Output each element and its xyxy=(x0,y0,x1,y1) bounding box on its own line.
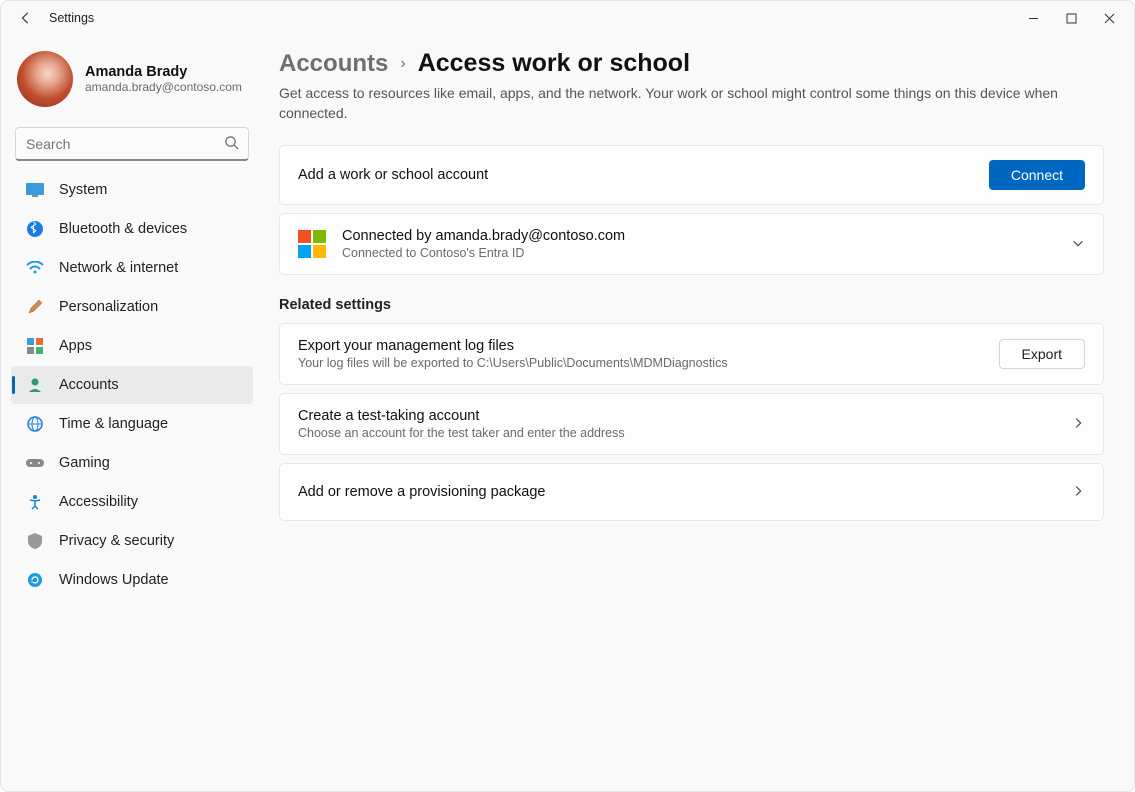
page-title: Access work or school xyxy=(418,49,690,78)
paintbrush-icon xyxy=(25,297,45,317)
bluetooth-icon xyxy=(25,219,45,239)
back-button[interactable] xyxy=(13,5,39,31)
sidebar-item-accounts[interactable]: Accounts xyxy=(11,366,253,404)
sidebar-item-label: Privacy & security xyxy=(59,533,174,549)
sidebar-item-gaming[interactable]: Gaming xyxy=(11,444,253,482)
sidebar-item-privacy[interactable]: Privacy & security xyxy=(11,522,253,560)
wifi-icon xyxy=(25,258,45,278)
page-subtitle: Get access to resources like email, apps… xyxy=(279,84,1059,123)
profile-name: Amanda Brady xyxy=(85,64,242,80)
apps-icon xyxy=(25,336,45,356)
profile-block[interactable]: Amanda Brady amanda.brady@contoso.com xyxy=(11,51,253,113)
window-title: Settings xyxy=(49,11,94,25)
chevron-right-icon xyxy=(1071,484,1085,501)
sidebar-item-time-language[interactable]: Time & language xyxy=(11,405,253,443)
sidebar-item-windows-update[interactable]: Windows Update xyxy=(11,561,253,599)
test-account-title: Create a test-taking account xyxy=(298,408,1071,424)
sidebar-item-label: Personalization xyxy=(59,299,158,315)
titlebar: Settings xyxy=(1,1,1134,35)
test-account-sub: Choose an account for the test taker and… xyxy=(298,426,1071,440)
nav-list: System Bluetooth & devices Network & int… xyxy=(11,171,253,599)
search-icon xyxy=(224,135,239,154)
connected-account-card[interactable]: Connected by amanda.brady@contoso.com Co… xyxy=(279,213,1104,275)
breadcrumb: Accounts › Access work or school xyxy=(279,49,1104,78)
sidebar-item-label: Network & internet xyxy=(59,260,178,276)
gamepad-icon xyxy=(25,453,45,473)
connect-button[interactable]: Connect xyxy=(989,160,1085,190)
update-icon xyxy=(25,570,45,590)
sidebar-item-label: Bluetooth & devices xyxy=(59,221,187,237)
chevron-down-icon xyxy=(1071,236,1085,253)
profile-email: amanda.brady@contoso.com xyxy=(85,80,242,94)
sidebar-item-label: Accounts xyxy=(59,377,119,393)
export-logs-card: Export your management log files Your lo… xyxy=(279,323,1104,385)
provisioning-card[interactable]: Add or remove a provisioning package xyxy=(279,463,1104,521)
sidebar-item-label: System xyxy=(59,182,107,198)
accounts-icon xyxy=(25,375,45,395)
export-logs-sub: Your log files will be exported to C:\Us… xyxy=(298,356,999,370)
minimize-button[interactable] xyxy=(1014,5,1052,31)
microsoft-logo-icon xyxy=(298,230,326,258)
close-button[interactable] xyxy=(1090,5,1128,31)
globe-icon xyxy=(25,414,45,434)
sidebar-item-label: Windows Update xyxy=(59,572,169,588)
chevron-right-icon: › xyxy=(400,55,405,73)
sidebar-item-system[interactable]: System xyxy=(11,171,253,209)
chevron-right-icon xyxy=(1071,416,1085,433)
sidebar-item-accessibility[interactable]: Accessibility xyxy=(11,483,253,521)
sidebar-item-bluetooth[interactable]: Bluetooth & devices xyxy=(11,210,253,248)
export-logs-title: Export your management log files xyxy=(298,338,999,354)
provisioning-title: Add or remove a provisioning package xyxy=(298,484,1071,500)
connected-sub: Connected to Contoso's Entra ID xyxy=(342,246,1071,260)
sidebar-item-label: Apps xyxy=(59,338,92,354)
sidebar-item-label: Accessibility xyxy=(59,494,138,510)
shield-icon xyxy=(25,531,45,551)
avatar xyxy=(17,51,73,107)
sidebar: Amanda Brady amanda.brady@contoso.com Sy… xyxy=(1,35,263,792)
sidebar-item-label: Time & language xyxy=(59,416,168,432)
add-account-card: Add a work or school account Connect xyxy=(279,145,1104,205)
sidebar-item-label: Gaming xyxy=(59,455,110,471)
sidebar-item-network[interactable]: Network & internet xyxy=(11,249,253,287)
search-input[interactable] xyxy=(15,127,249,161)
export-button[interactable]: Export xyxy=(999,339,1085,369)
maximize-button[interactable] xyxy=(1052,5,1090,31)
related-settings-heading: Related settings xyxy=(279,297,1104,313)
system-icon xyxy=(25,180,45,200)
connected-title: Connected by amanda.brady@contoso.com xyxy=(342,228,1071,244)
accessibility-icon xyxy=(25,492,45,512)
sidebar-item-apps[interactable]: Apps xyxy=(11,327,253,365)
breadcrumb-parent[interactable]: Accounts xyxy=(279,50,388,78)
add-account-title: Add a work or school account xyxy=(298,167,989,183)
sidebar-item-personalization[interactable]: Personalization xyxy=(11,288,253,326)
search-box[interactable] xyxy=(15,127,249,161)
test-account-card[interactable]: Create a test-taking account Choose an a… xyxy=(279,393,1104,455)
main-content: Accounts › Access work or school Get acc… xyxy=(263,35,1134,792)
